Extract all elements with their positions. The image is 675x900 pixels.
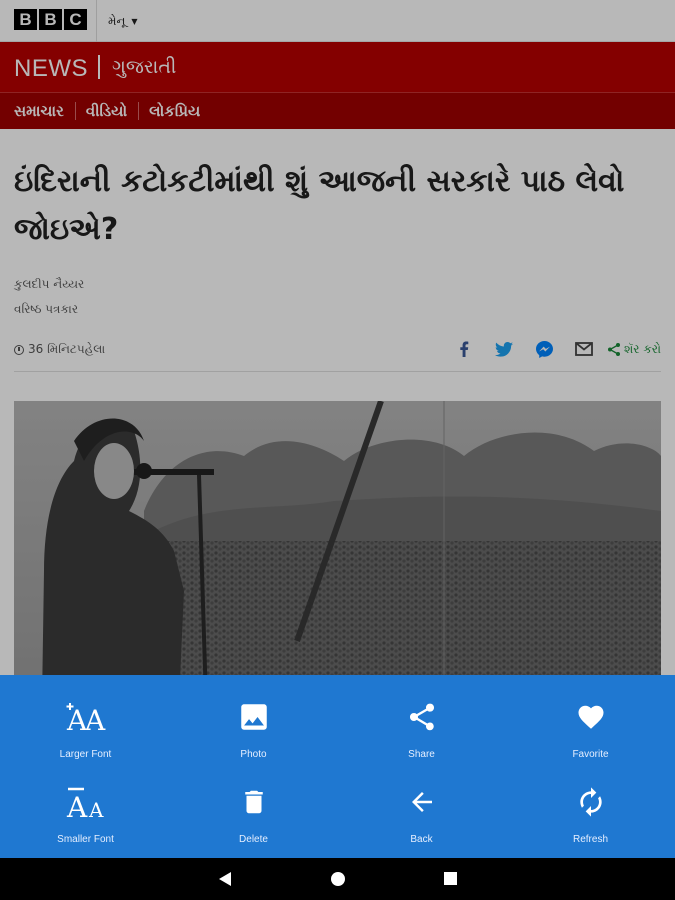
- system-recents-icon[interactable]: [444, 872, 457, 885]
- photo-icon: [237, 697, 271, 737]
- system-home-icon[interactable]: [331, 872, 345, 886]
- back-action-label: Back: [410, 834, 433, 845]
- svg-text:A: A: [66, 791, 88, 819]
- svg-text:A: A: [88, 798, 104, 819]
- smaller-font-icon: A A: [65, 782, 107, 822]
- photo-label: Photo: [240, 749, 267, 760]
- larger-font-button[interactable]: A A Larger Font: [1, 675, 170, 760]
- arrow-left-icon: [407, 782, 437, 822]
- photo-button[interactable]: Photo: [169, 675, 338, 760]
- share-icon: [406, 697, 438, 737]
- larger-font-label: Larger Font: [59, 749, 112, 760]
- smaller-font-button[interactable]: A A Smaller Font: [1, 760, 170, 845]
- favorite-label: Favorite: [572, 749, 609, 760]
- share-action-button[interactable]: Share: [337, 675, 506, 760]
- delete-label: Delete: [239, 834, 268, 845]
- larger-font-icon: A A: [65, 697, 107, 737]
- system-back-icon[interactable]: [218, 871, 232, 891]
- svg-text:A: A: [84, 704, 106, 734]
- system-nav-bar: [0, 858, 675, 900]
- share-action-label: Share: [408, 749, 435, 760]
- delete-button[interactable]: Delete: [169, 760, 338, 845]
- back-action-button[interactable]: Back: [337, 760, 506, 845]
- refresh-icon: [575, 782, 607, 822]
- refresh-label: Refresh: [572, 834, 608, 845]
- action-sheet: A A Larger Font Photo Share Favorite A A: [0, 675, 675, 858]
- refresh-button[interactable]: Refresh: [506, 760, 675, 845]
- favorite-button[interactable]: Favorite: [506, 675, 675, 760]
- smaller-font-label: Smaller Font: [57, 834, 114, 845]
- trash-icon: [239, 782, 269, 822]
- heart-icon: [576, 697, 606, 737]
